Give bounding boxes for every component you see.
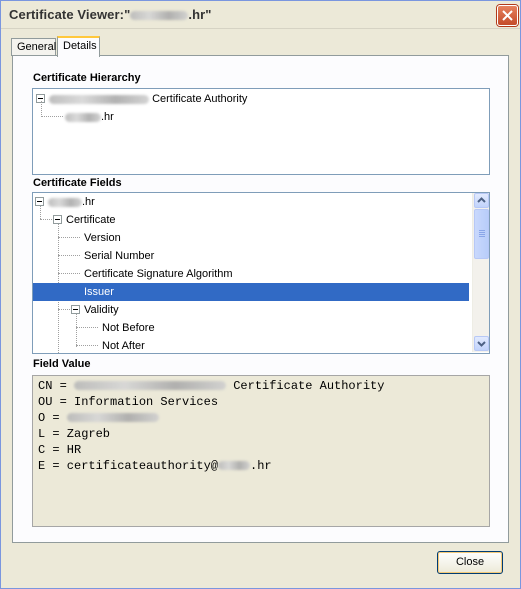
- redacted-host: [65, 112, 101, 122]
- field-row-not-before[interactable]: Not Before: [33, 319, 469, 337]
- collapse-icon[interactable]: [35, 197, 44, 206]
- field-row-serial-number[interactable]: Serial Number: [33, 247, 469, 265]
- title-suffix: .hr": [188, 7, 212, 22]
- redacted-ca-name: [74, 381, 227, 391]
- chevron-down-icon: [477, 341, 486, 347]
- field-row-version[interactable]: Version: [33, 229, 469, 247]
- field-row-host[interactable]: .hr: [33, 193, 469, 211]
- scroll-down-button[interactable]: [474, 336, 489, 351]
- field-label: Issuer: [84, 286, 114, 298]
- redacted-org: [66, 413, 159, 423]
- redacted-ca-name: [49, 94, 149, 104]
- field-label: Certificate: [66, 214, 116, 226]
- field-row-not-after[interactable]: Not After: [33, 337, 469, 353]
- field-label: Not After: [102, 340, 145, 352]
- title-prefix: Certificate Viewer:": [9, 7, 131, 22]
- field-value-line: OU = Information Services: [38, 395, 219, 409]
- fields-scrollbar[interactable]: [472, 193, 489, 352]
- close-window-button[interactable]: [497, 5, 518, 26]
- collapse-icon[interactable]: [71, 305, 80, 314]
- field-row-certificate[interactable]: Certificate: [33, 211, 469, 229]
- redacted-hostname: [130, 11, 189, 21]
- field-label: Not Before: [102, 322, 155, 334]
- field-row-issuer[interactable]: Issuer: [33, 283, 469, 301]
- scroll-up-button[interactable]: [474, 193, 489, 208]
- tab-details[interactable]: Details: [57, 36, 100, 57]
- hierarchy-label: Certificate Hierarchy: [33, 72, 141, 84]
- certificate-viewer-window: Certificate Viewer:" .hr" General Details…: [0, 0, 521, 589]
- chevron-up-icon: [477, 197, 486, 203]
- field-label: Serial Number: [84, 250, 155, 262]
- fields-label: Certificate Fields: [33, 177, 122, 189]
- tab-general[interactable]: General: [11, 38, 56, 56]
- fields-tree[interactable]: .hr Certificate Version Serial Number Ce…: [32, 192, 490, 354]
- field-label: Version: [84, 232, 121, 244]
- field-row-signature-algorithm[interactable]: Certificate Signature Algorithm: [33, 265, 469, 283]
- hierarchy-tree[interactable]: Certificate Authority .hr: [32, 88, 490, 175]
- field-label: .hr: [82, 196, 95, 208]
- hierarchy-root[interactable]: Certificate Authority: [33, 90, 483, 108]
- redacted-host: [48, 197, 82, 207]
- field-value-line: C = HR: [38, 443, 82, 457]
- field-value-line: O =: [38, 410, 484, 426]
- scroll-thumb[interactable]: [474, 209, 489, 259]
- field-label: Certificate Signature Algorithm: [84, 268, 233, 280]
- close-icon: [502, 10, 513, 21]
- field-value-label: Field Value: [33, 358, 91, 370]
- hierarchy-leaf-label: .hr: [101, 111, 114, 123]
- window-title: Certificate Viewer:" .hr": [9, 7, 212, 22]
- collapse-icon[interactable]: [53, 215, 62, 224]
- field-value-line: E = certificateauthority@ .hr: [38, 459, 272, 473]
- field-value-text[interactable]: CN = Certificate Authority OU = Informat…: [32, 375, 490, 527]
- hierarchy-root-label: Certificate Authority: [152, 93, 248, 105]
- tree-line: [41, 116, 63, 117]
- field-value-line: L = Zagreb: [38, 427, 111, 441]
- title-bar[interactable]: Certificate Viewer:" .hr": [1, 1, 520, 29]
- tree-line: [41, 101, 42, 117]
- field-value-line: CN = Certificate Authority: [38, 379, 385, 393]
- close-button[interactable]: Close: [437, 551, 503, 574]
- field-row-validity[interactable]: Validity: [33, 301, 469, 319]
- field-label: Validity: [84, 304, 119, 316]
- details-panel: Certificate Hierarchy Certificate Author…: [12, 55, 509, 543]
- redacted-domain: [218, 461, 251, 471]
